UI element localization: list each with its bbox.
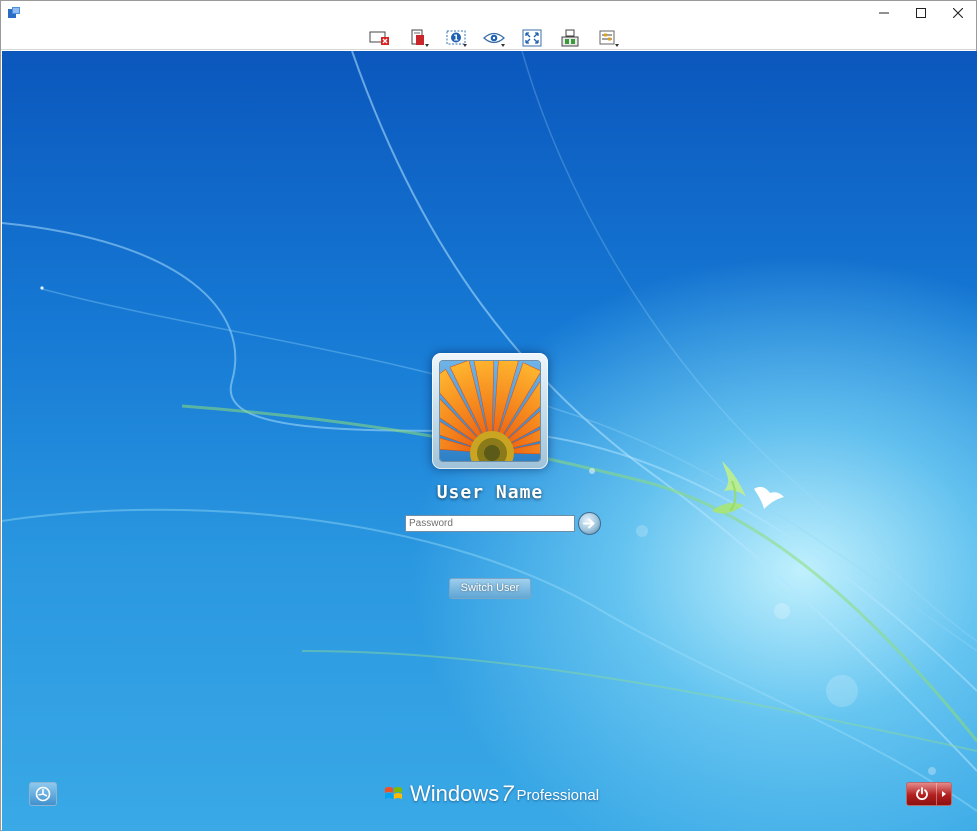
remote-desktop-viewport[interactable]: User Name Switch User Windows 7 Professi… (2, 51, 977, 831)
brand-windows-text: Windows (410, 781, 500, 806)
shutdown-options-arrow[interactable] (937, 783, 951, 805)
clipboard-button[interactable] (399, 26, 437, 50)
settings-button[interactable] (589, 26, 627, 50)
disconnect-button[interactable] (361, 26, 399, 50)
shutdown-main[interactable] (907, 783, 937, 805)
minimize-button[interactable] (865, 1, 902, 25)
actions-icon (561, 29, 579, 47)
user-avatar (439, 360, 541, 462)
user-name-label: User Name (436, 482, 544, 503)
minimize-icon (878, 12, 889, 14)
submit-login-button[interactable] (578, 512, 601, 535)
shutdown-button[interactable] (906, 782, 952, 806)
user-tile (432, 353, 548, 469)
ease-of-access-button[interactable] (29, 782, 57, 806)
view-only-icon (483, 32, 505, 44)
svg-text:1: 1 (453, 34, 459, 43)
close-icon (952, 8, 963, 18)
actions-button[interactable] (551, 26, 589, 50)
windows-logo-icon (385, 787, 402, 799)
maximize-icon (915, 8, 926, 18)
dropdown-caret-icon (463, 44, 467, 47)
view-only-button[interactable] (475, 26, 513, 50)
chevron-right-icon (942, 791, 946, 797)
dove-decoration (712, 461, 784, 514)
fullscreen-button[interactable] (513, 26, 551, 50)
dropdown-caret-icon (615, 44, 619, 47)
fullscreen-icon (522, 29, 542, 47)
close-button[interactable] (939, 1, 976, 25)
session-toolbar: 1 (1, 25, 976, 50)
window-controls (865, 1, 976, 25)
brand-edition-text: Professional (516, 787, 600, 804)
ease-of-access-icon (35, 786, 51, 802)
switch-user-button[interactable]: Switch User (449, 578, 531, 599)
disconnect-icon (369, 31, 389, 45)
monitor-select-button[interactable]: 1 (437, 26, 475, 50)
flower-avatar-image (440, 361, 540, 461)
password-input[interactable] (405, 515, 575, 532)
title-bar (1, 1, 976, 25)
dropdown-caret-icon (501, 44, 505, 47)
dropdown-caret-icon (425, 44, 429, 47)
windows-branding: Windows 7 Professional (383, 781, 599, 807)
remote-session-window: 1 User Name Switch User Windows 7 Profes… (0, 0, 977, 831)
maximize-button[interactable] (902, 1, 939, 25)
app-icon (8, 7, 20, 18)
power-icon (915, 787, 928, 801)
toolbar-items: 1 (361, 26, 627, 50)
arrow-right-icon (583, 518, 595, 529)
brand-version-text: 7 (501, 781, 514, 806)
